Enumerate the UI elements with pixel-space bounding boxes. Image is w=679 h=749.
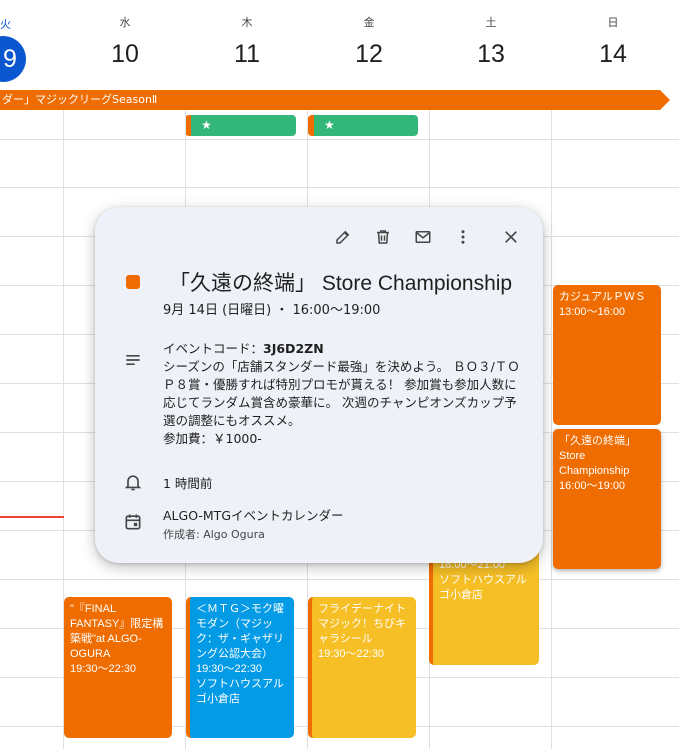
- event-date-time: 9月 14日 (日曜日) ・ 16:00～19:00: [163, 303, 381, 318]
- edit-icon[interactable]: [331, 225, 355, 249]
- event-location: ソフトハウスアルゴ小倉店: [196, 678, 284, 705]
- bell-icon: [123, 472, 143, 492]
- day-name: 金: [363, 16, 375, 29]
- allday-star-chip[interactable]: ★: [308, 115, 418, 136]
- event-title: フライデーナイトマジック！ちびキャラシール: [318, 603, 406, 645]
- event-title: ＜ＭＴＧ＞モク曜モダン（マジック：ザ・ギャザリング公認大会）: [196, 603, 284, 660]
- event-title: 「久遠の終端」 Store Championship: [169, 272, 513, 295]
- event-final-fantasy[interactable]: "『FINAL FANTASY』限定構築戦"at ALGO-OGURA 19:3…: [64, 597, 172, 738]
- event-time: 19:30～22:30: [196, 663, 263, 675]
- event-time: 16:00～19:00: [559, 480, 626, 492]
- today-date-circle[interactable]: 9: [0, 36, 26, 82]
- hour-line: [0, 187, 679, 188]
- event-store-championship[interactable]: 「久遠の終端」 Store Championship 16:00～19:00: [553, 429, 661, 569]
- more-options-icon[interactable]: [451, 225, 475, 249]
- day-column-divider: [551, 110, 552, 749]
- event-title: "『FINAL FANTASY』限定構築戦"at ALGO-OGURA: [70, 603, 164, 660]
- event-title: 「久遠の終端」 Store Championship: [559, 435, 636, 477]
- event-description-body: シーズンの「店舗スタンダード最強」を決めよう。 ＢＯ３/ＴＯＰ８賞・優勝すれば特…: [163, 359, 520, 428]
- event-time: 19:30～22:30: [318, 648, 385, 660]
- event-location: ソフトハウスアルゴ小倉店: [439, 574, 527, 601]
- day-number[interactable]: 11: [186, 40, 308, 69]
- event-casual-pws[interactable]: カジュアルＰＷＳ 13:00～16:00: [553, 285, 661, 425]
- event-friday-night-magic[interactable]: フライデーナイトマジック！ちびキャラシール 19:30～22:30: [308, 597, 416, 738]
- calendar-name: ALGO-MTGイベントカレンダー: [163, 508, 344, 523]
- event-fee: 参加費：￥1000-: [163, 431, 262, 446]
- allday-continues-arrow: [660, 90, 670, 110]
- event-saturday[interactable]: 18:00～21:00 ソフトハウスアルゴ小倉店: [429, 548, 539, 665]
- day-name: 水: [119, 16, 131, 29]
- close-icon[interactable]: [499, 225, 523, 249]
- event-creator: 作成者: Algo Ogura: [163, 528, 265, 541]
- event-time: 13:00～16:00: [559, 306, 626, 318]
- description-icon: [123, 350, 143, 370]
- day-name: 木: [241, 16, 253, 29]
- hour-line: [0, 579, 679, 580]
- event-title: カジュアルＰＷＳ: [559, 291, 646, 303]
- event-code-value: 3J6D2ZN: [263, 341, 324, 356]
- day-number[interactable]: 14: [552, 40, 674, 69]
- allday-event-banner[interactable]: ダー」マジックリーグSeasonⅡ: [0, 90, 660, 110]
- allday-divider: [0, 139, 679, 140]
- event-reminder: 1 時間前: [163, 476, 213, 491]
- event-description: イベントコード：3J6D2ZN シーズンの「店舗スタンダード最強」を決めよう。 …: [163, 340, 529, 448]
- event-details-popup: 「久遠の終端」 Store Championship 9月 14日 (日曜日) …: [95, 207, 543, 563]
- event-moku-modern[interactable]: ＜ＭＴＧ＞モク曜モダン（マジック：ザ・ギャザリング公認大会） 19:30～22:…: [186, 597, 294, 738]
- day-number[interactable]: 12: [308, 40, 430, 69]
- day-number[interactable]: 10: [64, 40, 186, 69]
- event-code-label: イベントコード：: [163, 341, 264, 356]
- calendar-icon: [123, 512, 143, 532]
- delete-icon[interactable]: [371, 225, 395, 249]
- current-time-indicator: [0, 516, 64, 518]
- day-name: 土: [485, 16, 497, 29]
- day-number[interactable]: 13: [430, 40, 552, 69]
- day-name: 日: [607, 16, 619, 29]
- day-name: 火: [0, 18, 11, 31]
- allday-star-chip[interactable]: ★: [185, 115, 296, 136]
- event-color-swatch: [126, 275, 140, 289]
- email-icon[interactable]: [411, 225, 435, 249]
- calendar-week-view: 火 9 水 10 木 11 金 12 土 13 日 14 ダー」マジックリーグS…: [0, 0, 679, 749]
- event-time: 19:30～22:30: [70, 663, 137, 675]
